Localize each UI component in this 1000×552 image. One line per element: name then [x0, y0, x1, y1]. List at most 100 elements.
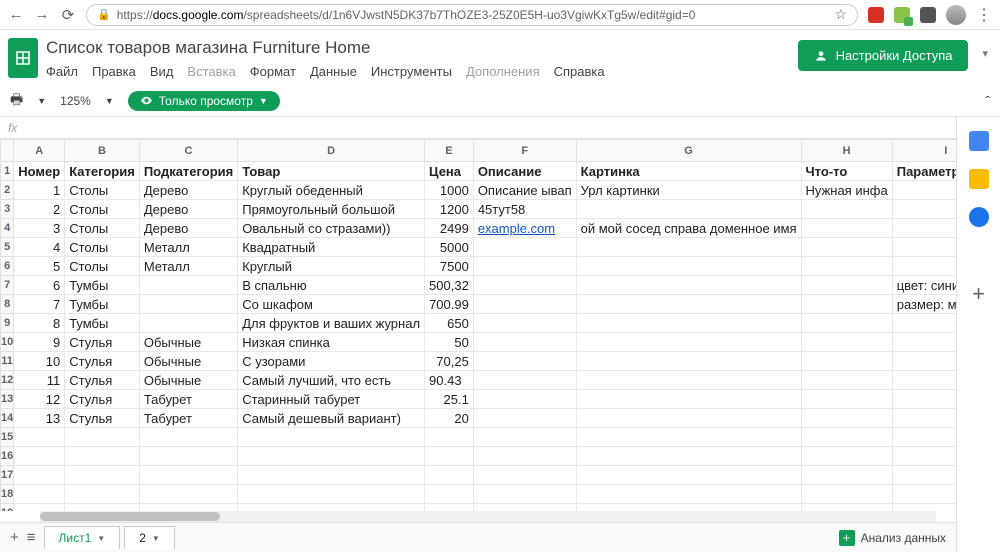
- zoom-dropdown-icon[interactable]: ▼: [105, 96, 114, 106]
- cell[interactable]: Стулья: [65, 390, 140, 409]
- cell[interactable]: Что-то: [801, 162, 892, 181]
- cell[interactable]: Столы: [65, 200, 140, 219]
- row-header[interactable]: 5: [1, 238, 14, 257]
- cell[interactable]: [139, 466, 237, 485]
- cell[interactable]: [473, 257, 576, 276]
- cell[interactable]: 1200: [425, 200, 474, 219]
- cell[interactable]: [473, 390, 576, 409]
- browser-menu-icon[interactable]: ⋮: [976, 5, 992, 25]
- menu-инструменты[interactable]: Инструменты: [371, 64, 452, 79]
- cell[interactable]: 50: [425, 333, 474, 352]
- cell[interactable]: [473, 409, 576, 428]
- cell[interactable]: Самый дешевый вариант): [238, 409, 425, 428]
- cell[interactable]: Столы: [65, 181, 140, 200]
- scrollbar-thumb[interactable]: [40, 512, 220, 521]
- cell[interactable]: [238, 485, 425, 504]
- cell[interactable]: [892, 238, 956, 257]
- menu-справка[interactable]: Справка: [554, 64, 605, 79]
- cell[interactable]: [801, 238, 892, 257]
- cell[interactable]: С узорами: [238, 352, 425, 371]
- cell[interactable]: [139, 447, 237, 466]
- cell[interactable]: example.com: [473, 219, 576, 238]
- cell[interactable]: [892, 181, 956, 200]
- cell[interactable]: [801, 390, 892, 409]
- cell[interactable]: 2499: [425, 219, 474, 238]
- cell[interactable]: Номер: [14, 162, 65, 181]
- select-all-corner[interactable]: [1, 140, 14, 162]
- cell[interactable]: Дерево: [139, 219, 237, 238]
- cell[interactable]: Столы: [65, 257, 140, 276]
- cell[interactable]: [801, 219, 892, 238]
- cell[interactable]: [14, 428, 65, 447]
- cell[interactable]: [473, 276, 576, 295]
- cell[interactable]: [473, 371, 576, 390]
- cell[interactable]: Тумбы: [65, 295, 140, 314]
- cell[interactable]: [139, 276, 237, 295]
- cell[interactable]: [576, 466, 801, 485]
- cell[interactable]: [425, 504, 474, 512]
- cell[interactable]: Дерево: [139, 200, 237, 219]
- bookmark-star-icon[interactable]: ☆: [834, 6, 847, 23]
- menu-формат[interactable]: Формат: [250, 64, 296, 79]
- cell[interactable]: [801, 276, 892, 295]
- column-header[interactable]: H: [801, 140, 892, 162]
- menu-правка[interactable]: Правка: [92, 64, 136, 79]
- keep-addon-icon[interactable]: [969, 169, 989, 189]
- cell[interactable]: 650: [425, 314, 474, 333]
- cell[interactable]: Круглый: [238, 257, 425, 276]
- cell[interactable]: 7: [14, 295, 65, 314]
- row-header[interactable]: 11: [1, 352, 14, 371]
- tasks-addon-icon[interactable]: [969, 207, 989, 227]
- cell[interactable]: [238, 466, 425, 485]
- cell[interactable]: Металл: [139, 257, 237, 276]
- cell[interactable]: 9: [14, 333, 65, 352]
- cell[interactable]: [65, 485, 140, 504]
- cell[interactable]: [238, 428, 425, 447]
- cell[interactable]: [892, 409, 956, 428]
- cell[interactable]: [801, 428, 892, 447]
- cell[interactable]: Цена: [425, 162, 474, 181]
- cell[interactable]: Для фруктов и ваших журнал: [238, 314, 425, 333]
- cell[interactable]: [139, 428, 237, 447]
- cell[interactable]: [892, 352, 956, 371]
- column-header[interactable]: I: [892, 140, 956, 162]
- column-header[interactable]: C: [139, 140, 237, 162]
- cell[interactable]: 6: [14, 276, 65, 295]
- sheet-tab[interactable]: Лист1▼: [44, 526, 121, 549]
- cell[interactable]: Обычные: [139, 333, 237, 352]
- cell[interactable]: [473, 295, 576, 314]
- cell[interactable]: [801, 333, 892, 352]
- cell[interactable]: 2: [14, 200, 65, 219]
- cell[interactable]: [801, 200, 892, 219]
- cell[interactable]: 1000: [425, 181, 474, 200]
- cell[interactable]: [65, 466, 140, 485]
- cell[interactable]: 11: [14, 371, 65, 390]
- menu-данные[interactable]: Данные: [310, 64, 357, 79]
- add-sheet-button[interactable]: +: [10, 529, 19, 546]
- row-header[interactable]: 4: [1, 219, 14, 238]
- view-only-badge[interactable]: Только просмотр ▼: [128, 91, 280, 111]
- toolbar-dropdown-icon[interactable]: ▼: [37, 96, 46, 106]
- cell[interactable]: [801, 485, 892, 504]
- cell[interactable]: Подкатегория: [139, 162, 237, 181]
- cell[interactable]: [892, 485, 956, 504]
- cell[interactable]: [473, 333, 576, 352]
- column-header[interactable]: E: [425, 140, 474, 162]
- cell[interactable]: Тумбы: [65, 276, 140, 295]
- cell[interactable]: [139, 485, 237, 504]
- extension-icon[interactable]: [868, 7, 884, 23]
- cell[interactable]: 1: [14, 181, 65, 200]
- row-header[interactable]: 12: [1, 371, 14, 390]
- cell[interactable]: [576, 409, 801, 428]
- cell[interactable]: Столы: [65, 219, 140, 238]
- cell[interactable]: Картинка: [576, 162, 801, 181]
- cell[interactable]: Табурет: [139, 409, 237, 428]
- cell[interactable]: 500,32: [425, 276, 474, 295]
- extensions-menu-icon[interactable]: [920, 7, 936, 23]
- cell[interactable]: [576, 390, 801, 409]
- print-icon[interactable]: 🖶: [10, 89, 23, 113]
- column-header[interactable]: G: [576, 140, 801, 162]
- cell[interactable]: [801, 409, 892, 428]
- cell[interactable]: Стулья: [65, 371, 140, 390]
- row-header[interactable]: 1: [1, 162, 14, 181]
